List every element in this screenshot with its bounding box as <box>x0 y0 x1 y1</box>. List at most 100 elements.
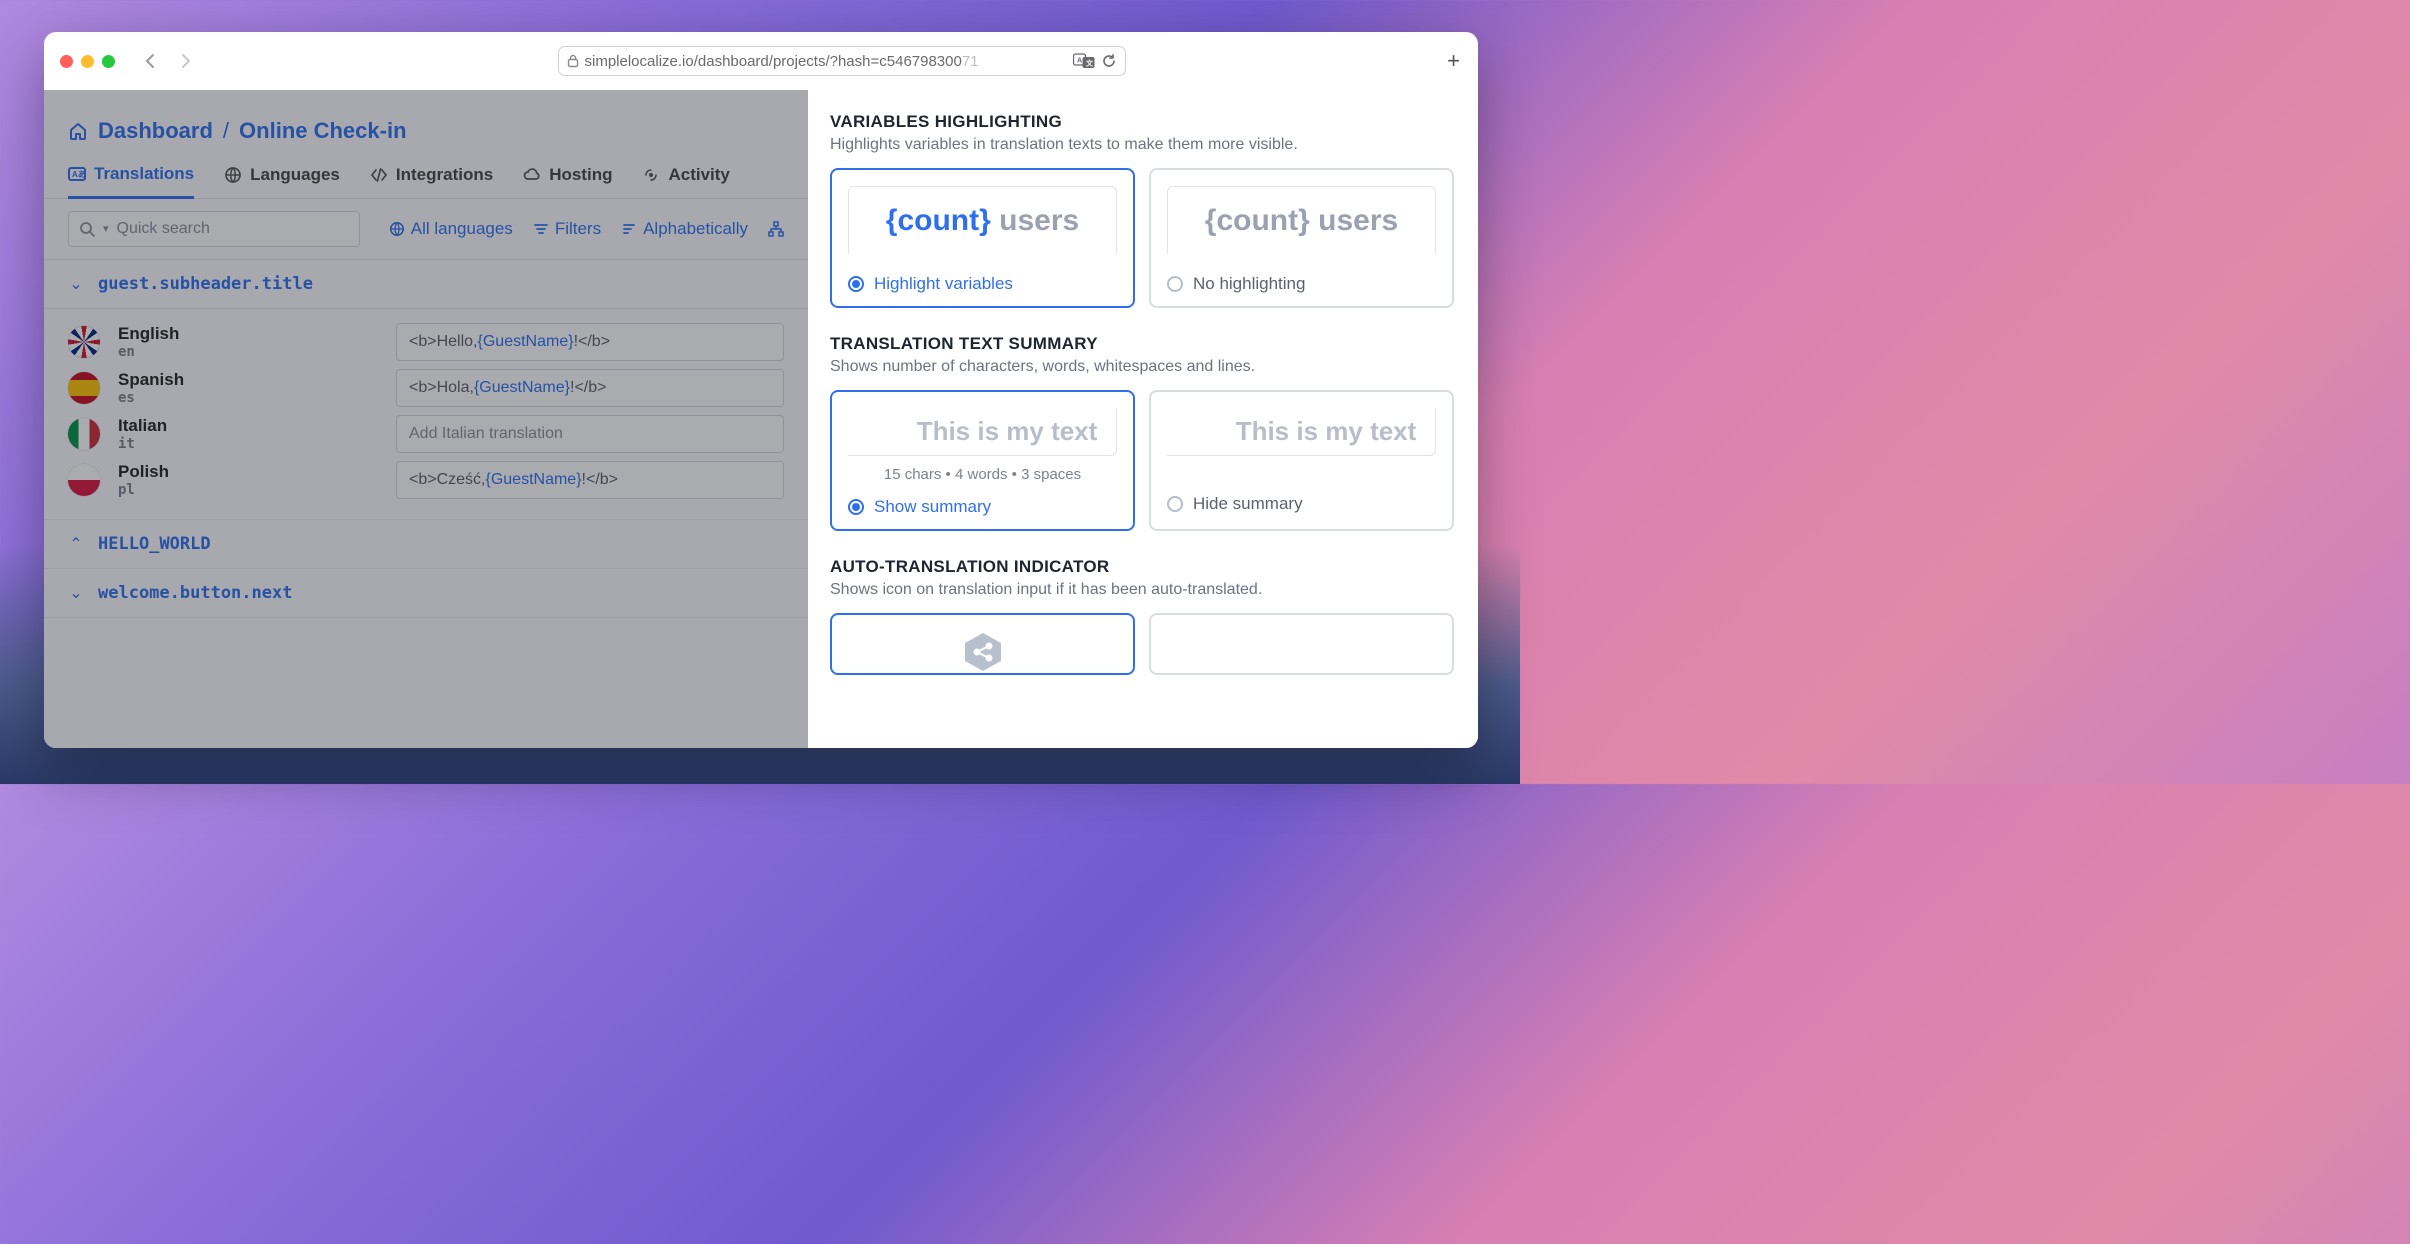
tab-label: Languages <box>250 165 340 185</box>
flag-icon <box>68 418 100 450</box>
option-auto-translate-off[interactable] <box>1149 613 1454 675</box>
chevron-down-icon: ⌄ <box>68 274 84 294</box>
svg-text:文: 文 <box>1086 59 1094 68</box>
section-description: Shows icon on translation input if it ha… <box>830 581 1454 599</box>
translation-key-name: HELLO_WORLD <box>98 534 211 554</box>
translation-key-row[interactable]: ⌃ HELLO_WORLD <box>44 519 808 568</box>
language-code: it <box>118 436 378 452</box>
option-no-highlighting[interactable]: {count} users No highlighting <box>1149 168 1454 308</box>
option-auto-translate-on[interactable] <box>830 613 1135 675</box>
translate-icon[interactable]: A文 <box>1073 53 1095 69</box>
language-code: es <box>118 390 378 406</box>
translation-key-row[interactable]: ⌄ guest.subheader.title <box>44 259 808 308</box>
nav-back-button[interactable] <box>143 53 159 69</box>
filters-button[interactable]: Filters <box>533 219 601 239</box>
tab-label: Hosting <box>549 165 612 185</box>
chevron-up-icon: ⌃ <box>68 534 84 554</box>
option-label: Show summary <box>874 497 991 517</box>
section-title: AUTO-TRANSLATION INDICATOR <box>830 557 1454 577</box>
globe-icon <box>224 166 242 184</box>
tab-label: Integrations <box>396 165 493 185</box>
nav-forward-button[interactable] <box>177 53 193 69</box>
cloud-icon <box>523 166 541 184</box>
browser-window: simplelocalize.io/dashboard/projects/?ha… <box>44 32 1478 748</box>
titlebar: simplelocalize.io/dashboard/projects/?ha… <box>44 32 1478 90</box>
option-label: Highlight variables <box>874 274 1013 294</box>
translation-input[interactable]: <b>Hello, {GuestName}!</b> <box>396 323 784 361</box>
radio-icon <box>1167 496 1183 512</box>
tree-icon <box>768 221 784 237</box>
tab-translations[interactable]: Aあ Translations <box>68 164 194 199</box>
settings-panel: VARIABLES HIGHLIGHTING Highlights variab… <box>808 90 1478 748</box>
breadcrumb: Dashboard / Online Check-in <box>44 90 808 154</box>
tabs: Aあ Translations Languages Integrations H… <box>44 154 808 199</box>
language-filter[interactable]: All languages <box>389 219 513 239</box>
translation-row: English en <b>Hello, {GuestName}!</b> <box>68 323 784 361</box>
translations-icon: Aあ <box>68 165 86 183</box>
tab-label: Activity <box>668 165 729 185</box>
radio-icon <box>1167 276 1183 292</box>
tab-label: Translations <box>94 164 194 184</box>
sort-button[interactable]: Alphabetically <box>621 219 748 239</box>
translation-row: Spanish es <b>Hola, {GuestName}!</b> <box>68 369 784 407</box>
filter-icon <box>533 221 549 237</box>
minimize-window-button[interactable] <box>81 55 94 68</box>
close-window-button[interactable] <box>60 55 73 68</box>
translation-input[interactable]: <b>Hola, {GuestName}!</b> <box>396 369 784 407</box>
translation-row: Polish pl <b>Cześć, {GuestName}!</b> <box>68 461 784 499</box>
language-name: Spanish <box>118 370 378 390</box>
translation-row: Italian it Add Italian translation <box>68 415 784 453</box>
option-label: Hide summary <box>1193 494 1303 514</box>
option-preview: This is my text <box>1167 408 1436 456</box>
language-code: pl <box>118 482 378 498</box>
breadcrumb-project[interactable]: Online Check-in <box>239 118 406 144</box>
toolbar: ▾ Quick search All languages Filters Alp… <box>44 199 808 259</box>
url-bar[interactable]: simplelocalize.io/dashboard/projects/?ha… <box>558 46 1126 76</box>
option-highlight-variables[interactable]: {count} users Highlight variables <box>830 168 1135 308</box>
reload-icon[interactable] <box>1101 53 1117 69</box>
tab-activity[interactable]: Activity <box>642 164 729 198</box>
search-placeholder: Quick search <box>117 220 210 238</box>
window-controls <box>60 55 115 68</box>
translation-key-row[interactable]: ⌄ welcome.button.next <box>44 568 808 618</box>
translation-key-name: welcome.button.next <box>98 583 292 603</box>
flag-icon <box>68 372 100 404</box>
svg-text:Aあ: Aあ <box>72 170 86 179</box>
language-name: Polish <box>118 462 378 482</box>
option-preview: {count} users <box>848 186 1117 254</box>
home-icon <box>68 121 88 141</box>
search-input[interactable]: ▾ Quick search <box>68 211 360 247</box>
translation-key-name: guest.subheader.title <box>98 274 313 294</box>
tab-languages[interactable]: Languages <box>224 164 340 198</box>
language-name: English <box>118 324 378 344</box>
language-name: Italian <box>118 416 378 436</box>
app-main: Dashboard / Online Check-in Aあ Translati… <box>44 90 808 748</box>
svg-text:A: A <box>1077 58 1082 65</box>
breadcrumb-dashboard[interactable]: Dashboard <box>98 118 213 144</box>
lock-icon <box>567 54 579 68</box>
globe-icon <box>389 221 405 237</box>
preview-subline: 15 chars • 4 words • 3 spaces <box>832 462 1133 487</box>
option-hide-summary[interactable]: This is my text Hide summary <box>1149 390 1454 531</box>
activity-icon <box>642 166 660 184</box>
translation-input[interactable]: <b>Cześć, {GuestName}!</b> <box>396 461 784 499</box>
new-tab-button[interactable]: + <box>1447 48 1460 74</box>
tab-hosting[interactable]: Hosting <box>523 164 612 198</box>
translation-body: English en <b>Hello, {GuestName}!</b> Sp… <box>44 308 808 519</box>
tab-integrations[interactable]: Integrations <box>370 164 493 198</box>
translation-input[interactable]: Add Italian translation <box>396 415 784 453</box>
option-preview: {count} users <box>1167 186 1436 254</box>
sort-icon <box>621 221 637 237</box>
auto-translate-icon <box>960 631 1006 673</box>
chevron-down-icon: ⌄ <box>68 583 84 603</box>
flag-icon <box>68 326 100 358</box>
section-description: Highlights variables in translation text… <box>830 136 1454 154</box>
option-show-summary[interactable]: This is my text 15 chars • 4 words • 3 s… <box>830 390 1135 531</box>
option-label: No highlighting <box>1193 274 1305 294</box>
tree-button[interactable] <box>768 219 784 239</box>
section-title: VARIABLES HIGHLIGHTING <box>830 112 1454 132</box>
flag-icon <box>68 464 100 496</box>
code-icon <box>370 166 388 184</box>
maximize-window-button[interactable] <box>102 55 115 68</box>
breadcrumb-separator: / <box>223 118 229 144</box>
